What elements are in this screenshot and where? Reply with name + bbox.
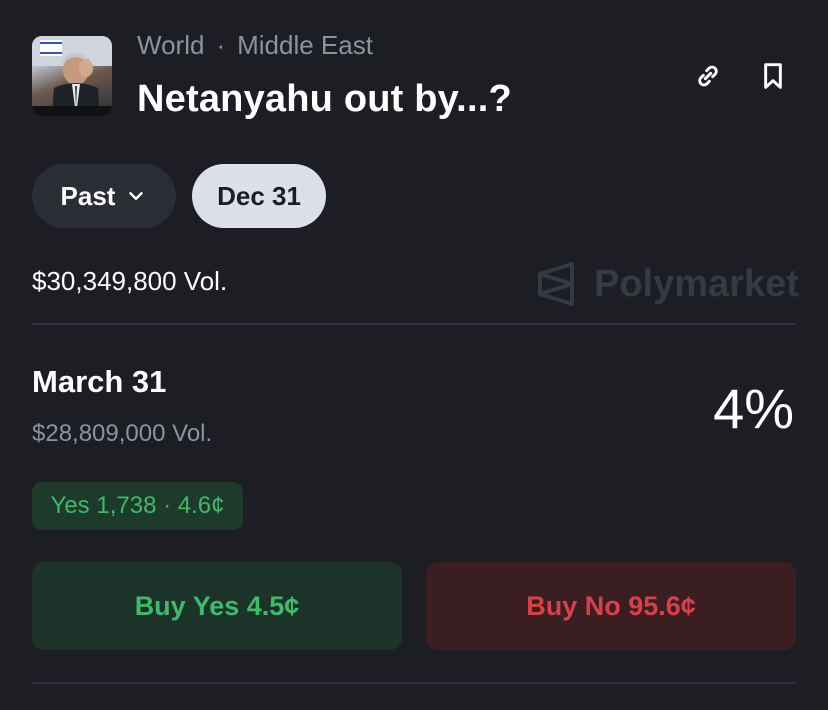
outcome-volume: $28,809,000 Vol. [32,420,213,447]
breadcrumb-middle-east[interactable]: Middle East [237,30,373,61]
divider [32,323,796,325]
outcome-probability: 4% [713,377,794,440]
market-thumbnail [32,36,112,116]
news-photo [32,36,112,116]
polymarket-logo-icon [538,262,574,306]
yes-holdings-badge[interactable]: Yes 1,738 · 4.6¢ [32,482,243,530]
polymarket-watermark: Polymarket [534,258,799,310]
date-filter-dec-31[interactable]: Dec 31 [192,164,326,228]
buy-no-button[interactable]: Buy No 95.6¢ [426,562,796,650]
buy-yes-button[interactable]: Buy Yes 4.5¢ [32,562,402,650]
bookmark-button[interactable] [753,56,793,96]
link-icon [698,65,718,87]
brand-name: Polymarket [594,262,799,305]
outcome-title[interactable]: March 31 [32,364,166,400]
past-label: Past [60,180,116,211]
breadcrumb-world[interactable]: World [137,30,204,61]
bookmark-icon [764,63,782,89]
copy-link-button[interactable] [688,56,728,96]
breadcrumb: World · Middle East [137,28,373,62]
past-dropdown[interactable]: Past [32,164,176,228]
breadcrumb-separator: · [216,29,226,60]
total-volume: $30,349,800 Vol. [32,266,228,296]
chevron-down-icon [129,192,144,200]
divider-bottom [32,682,796,684]
market-title: Netanyahu out by...? [137,78,512,120]
